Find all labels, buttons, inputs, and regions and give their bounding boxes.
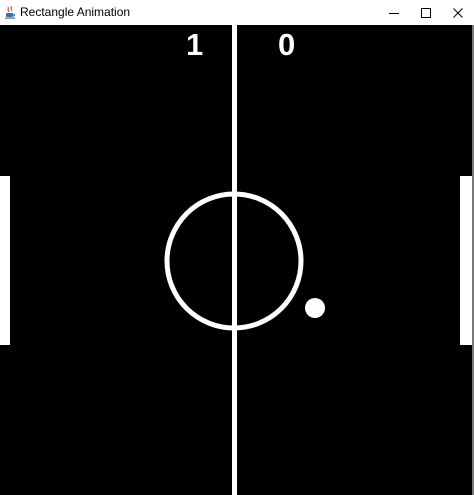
close-icon (453, 7, 463, 18)
score-right: 0 (278, 27, 296, 62)
maximize-button[interactable] (409, 0, 443, 25)
game-field[interactable]: 1 0 (0, 25, 472, 495)
center-line (232, 25, 237, 495)
left-paddle (0, 176, 10, 345)
ball (305, 298, 325, 318)
minimize-icon (389, 12, 399, 14)
game-window: Rectangle Animation 1 0 (0, 0, 474, 495)
score-left: 1 (186, 27, 204, 62)
minimize-button[interactable] (377, 0, 411, 25)
title-bar[interactable]: Rectangle Animation (0, 0, 474, 25)
window-title: Rectangle Animation (20, 5, 131, 19)
right-paddle (460, 176, 472, 345)
maximize-icon (421, 7, 431, 18)
java-cup-icon (5, 6, 15, 19)
close-button[interactable] (441, 0, 474, 25)
